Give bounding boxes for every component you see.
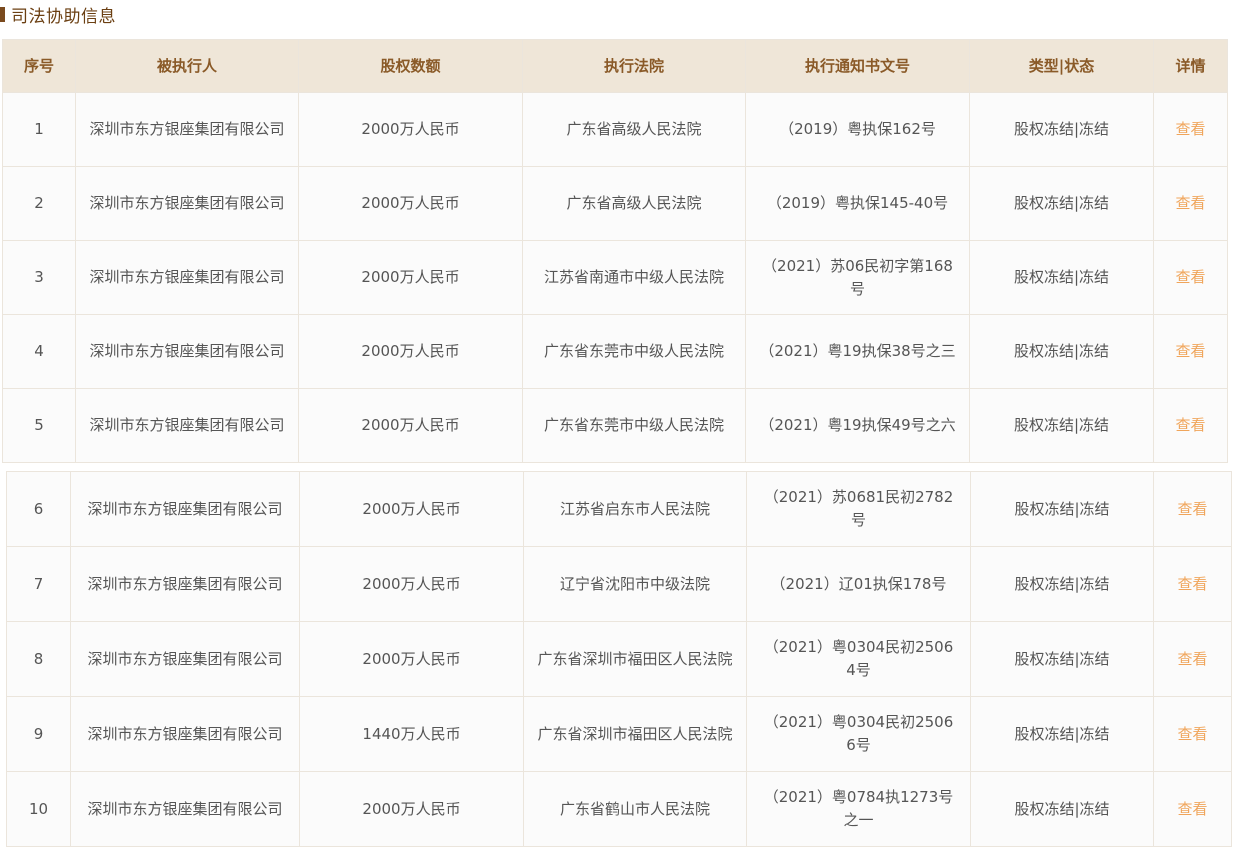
row-executee: 深圳市东方银座集团有限公司 xyxy=(75,240,299,315)
row-executee: 深圳市东方银座集团有限公司 xyxy=(75,388,299,463)
row-status: 股权冻结|冻结 xyxy=(969,314,1154,389)
row-executee: 深圳市东方银座集团有限公司 xyxy=(75,314,299,389)
row-court: 广东省鹤山市人民法院 xyxy=(523,771,747,847)
column-header-status: 类型|状态 xyxy=(969,39,1154,93)
row-court: 广东省高级人民法院 xyxy=(522,166,746,241)
row-doc-no: （2021）粤0304民初25066号 xyxy=(746,696,971,772)
row-doc-no: （2021）苏0681民初2782号 xyxy=(746,471,971,547)
row-executee: 深圳市东方银座集团有限公司 xyxy=(70,771,300,847)
row-court: 广东省东莞市中级人民法院 xyxy=(522,388,746,463)
view-detail-link[interactable]: 查看 xyxy=(1153,471,1232,547)
row-executee: 深圳市东方银座集团有限公司 xyxy=(70,546,300,622)
column-header-index: 序号 xyxy=(2,39,76,93)
section-header: 司法协助信息 xyxy=(0,3,116,27)
row-doc-no: （2021）辽01执保178号 xyxy=(746,546,971,622)
row-index: 2 xyxy=(2,166,76,241)
table-row: 1 深圳市东方银座集团有限公司 2000万人民币 广东省高级人民法院 （2019… xyxy=(2,92,1228,167)
row-amount: 2000万人民币 xyxy=(298,166,523,241)
judicial-assistance-table-continued: 6 深圳市东方银座集团有限公司 2000万人民币 江苏省启东市人民法院 （202… xyxy=(6,471,1232,847)
row-index: 7 xyxy=(6,546,71,622)
table-row: 2 深圳市东方银座集团有限公司 2000万人民币 广东省高级人民法院 （2019… xyxy=(2,166,1228,241)
row-court: 辽宁省沈阳市中级法院 xyxy=(523,546,747,622)
row-index: 6 xyxy=(6,471,71,547)
row-court: 广东省东莞市中级人民法院 xyxy=(522,314,746,389)
view-detail-link[interactable]: 查看 xyxy=(1153,388,1228,463)
table-row: 3 深圳市东方银座集团有限公司 2000万人民币 江苏省南通市中级人民法院 （2… xyxy=(2,240,1228,315)
row-status: 股权冻结|冻结 xyxy=(970,621,1154,697)
row-doc-no: （2021）粤0304民初25064号 xyxy=(746,621,971,697)
row-status: 股权冻结|冻结 xyxy=(970,771,1154,847)
table-row: 10 深圳市东方银座集团有限公司 2000万人民币 广东省鹤山市人民法院 （20… xyxy=(6,771,1232,847)
column-header-detail: 详情 xyxy=(1153,39,1228,93)
row-index: 5 xyxy=(2,388,76,463)
table-row: 9 深圳市东方银座集团有限公司 1440万人民币 广东省深圳市福田区人民法院 （… xyxy=(6,696,1232,772)
row-doc-no: （2019）粤执保145-40号 xyxy=(745,166,970,241)
row-status: 股权冻结|冻结 xyxy=(969,240,1154,315)
column-header-amount: 股权数额 xyxy=(298,39,523,93)
row-amount: 2000万人民币 xyxy=(299,471,524,547)
title-accent-bar xyxy=(0,6,5,22)
row-status: 股权冻结|冻结 xyxy=(970,546,1154,622)
row-doc-no: （2021）苏06民初字第168号 xyxy=(745,240,970,315)
view-detail-link[interactable]: 查看 xyxy=(1153,546,1232,622)
row-doc-no: （2021）粤19执保38号之三 xyxy=(745,314,970,389)
view-detail-link[interactable]: 查看 xyxy=(1153,92,1228,167)
row-amount: 2000万人民币 xyxy=(299,546,524,622)
table-row: 4 深圳市东方银座集团有限公司 2000万人民币 广东省东莞市中级人民法院 （2… xyxy=(2,314,1228,389)
table-row: 5 深圳市东方银座集团有限公司 2000万人民币 广东省东莞市中级人民法院 （2… xyxy=(2,388,1228,463)
row-doc-no: （2021）粤19执保49号之六 xyxy=(745,388,970,463)
table-header-row: 序号 被执行人 股权数额 执行法院 执行通知书文号 类型|状态 详情 xyxy=(2,39,1228,93)
row-executee: 深圳市东方银座集团有限公司 xyxy=(75,166,299,241)
view-detail-link[interactable]: 查看 xyxy=(1153,696,1232,772)
view-detail-link[interactable]: 查看 xyxy=(1153,314,1228,389)
row-amount: 2000万人民币 xyxy=(298,240,523,315)
row-doc-no: （2019）粤执保162号 xyxy=(745,92,970,167)
row-index: 10 xyxy=(6,771,71,847)
view-detail-link[interactable]: 查看 xyxy=(1153,240,1228,315)
row-court: 江苏省南通市中级人民法院 xyxy=(522,240,746,315)
row-court: 广东省高级人民法院 xyxy=(522,92,746,167)
row-amount: 2000万人民币 xyxy=(298,314,523,389)
table-row: 8 深圳市东方银座集团有限公司 2000万人民币 广东省深圳市福田区人民法院 （… xyxy=(6,621,1232,697)
row-amount: 2000万人民币 xyxy=(299,771,524,847)
row-amount: 1440万人民币 xyxy=(299,696,524,772)
row-status: 股权冻结|冻结 xyxy=(970,471,1154,547)
row-court: 广东省深圳市福田区人民法院 xyxy=(523,696,747,772)
row-doc-no: （2021）粤0784执1273号之一 xyxy=(746,771,971,847)
view-detail-link[interactable]: 查看 xyxy=(1153,621,1232,697)
table-row: 6 深圳市东方银座集团有限公司 2000万人民币 江苏省启东市人民法院 （202… xyxy=(6,471,1232,547)
row-status: 股权冻结|冻结 xyxy=(970,696,1154,772)
row-status: 股权冻结|冻结 xyxy=(969,388,1154,463)
column-header-court: 执行法院 xyxy=(522,39,746,93)
row-status: 股权冻结|冻结 xyxy=(969,92,1154,167)
row-amount: 2000万人民币 xyxy=(298,388,523,463)
row-index: 1 xyxy=(2,92,76,167)
row-index: 4 xyxy=(2,314,76,389)
view-detail-link[interactable]: 查看 xyxy=(1153,166,1228,241)
column-header-executee: 被执行人 xyxy=(75,39,299,93)
row-index: 8 xyxy=(6,621,71,697)
row-index: 3 xyxy=(2,240,76,315)
row-executee: 深圳市东方银座集团有限公司 xyxy=(70,621,300,697)
row-court: 广东省深圳市福田区人民法院 xyxy=(523,621,747,697)
row-amount: 2000万人民币 xyxy=(298,92,523,167)
row-executee: 深圳市东方银座集团有限公司 xyxy=(75,92,299,167)
row-court: 江苏省启东市人民法院 xyxy=(523,471,747,547)
column-header-doc-no: 执行通知书文号 xyxy=(745,39,970,93)
row-index: 9 xyxy=(6,696,71,772)
view-detail-link[interactable]: 查看 xyxy=(1153,771,1232,847)
row-status: 股权冻结|冻结 xyxy=(969,166,1154,241)
table-row: 7 深圳市东方银座集团有限公司 2000万人民币 辽宁省沈阳市中级法院 （202… xyxy=(6,546,1232,622)
section-title: 司法协助信息 xyxy=(11,6,116,27)
row-executee: 深圳市东方银座集团有限公司 xyxy=(70,696,300,772)
row-executee: 深圳市东方银座集团有限公司 xyxy=(70,471,300,547)
judicial-assistance-table: 序号 被执行人 股权数额 执行法院 执行通知书文号 类型|状态 详情 1 深圳市… xyxy=(2,39,1228,463)
row-amount: 2000万人民币 xyxy=(299,621,524,697)
